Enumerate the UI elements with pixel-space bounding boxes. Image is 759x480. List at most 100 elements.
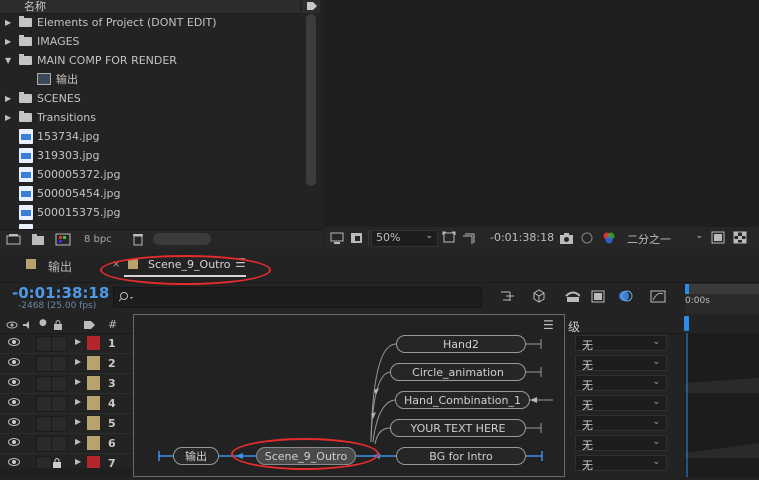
expand-triangle-icon[interactable]: ▶ — [75, 377, 81, 386]
layer-row[interactable]: ▶ 4 — [0, 394, 135, 414]
layer-search-input[interactable] — [113, 287, 482, 308]
layer-row[interactable]: ▶ 2 — [0, 354, 135, 374]
label-tag-icon[interactable] — [83, 319, 97, 330]
eye-icon[interactable] — [8, 358, 20, 366]
expand-triangle-icon[interactable]: ▶ — [5, 89, 11, 108]
layer-label-color[interactable] — [87, 336, 100, 350]
parent-dropdown-row[interactable]: 无 ⌄ — [568, 394, 685, 413]
parent-dropdown[interactable]: 无 ⌄ — [575, 355, 667, 372]
solo-switch[interactable] — [36, 336, 52, 352]
project-item-transitions-folder[interactable]: ▶ Transitions — [0, 108, 300, 127]
eye-icon[interactable] — [8, 418, 20, 426]
project-column-header[interactable]: 名称 — [0, 0, 300, 14]
draft-3d-icon[interactable] — [530, 289, 546, 303]
project-item-output-comp[interactable]: 输出 — [0, 70, 300, 89]
layer-row[interactable]: ▶ 3 — [0, 374, 135, 394]
parent-dropdown-row[interactable]: 无 ⌄ — [568, 434, 685, 453]
label-tag-icon[interactable] — [302, 0, 320, 13]
project-item-jpg[interactable]: 153734.jpg — [0, 127, 300, 146]
expand-triangle-icon[interactable]: ▶ — [5, 13, 11, 32]
shy-layers-icon[interactable] — [564, 289, 580, 303]
graph-editor-icon[interactable] — [650, 289, 666, 303]
always-preview-icon[interactable] — [330, 231, 346, 245]
parent-dropdown-row[interactable]: 无 ⌄ — [568, 414, 685, 433]
parent-dropdown[interactable]: 无 ⌄ — [575, 335, 667, 352]
eye-icon[interactable] — [8, 438, 20, 446]
lock-icon[interactable] — [52, 457, 62, 468]
project-scrollbar[interactable] — [304, 14, 318, 230]
current-time-indicator[interactable] — [684, 316, 689, 331]
fast-previews-icon[interactable] — [711, 231, 725, 245]
flow-node-hand-combination[interactable]: Hand_Combination_1 — [395, 391, 530, 409]
layer-label-color[interactable] — [87, 436, 100, 450]
magnification-dropdown[interactable]: 50% ⌄ — [371, 230, 438, 247]
bit-depth-button[interactable]: 8 bpc — [84, 234, 112, 245]
expand-triangle-icon[interactable]: ▶ — [75, 397, 81, 406]
expand-triangle-icon[interactable]: ▶ — [75, 417, 81, 426]
scrollbar-thumb[interactable] — [306, 14, 316, 186]
solo-icon[interactable]: ● — [39, 318, 47, 328]
flow-node-your-text-here[interactable]: YOUR TEXT HERE — [390, 419, 526, 437]
eye-icon[interactable] — [8, 378, 20, 386]
transparency-grid-icon[interactable] — [733, 231, 747, 245]
flow-node-hand2[interactable]: Hand2 — [396, 335, 526, 353]
lock-switch[interactable] — [51, 396, 67, 412]
viewer-canvas[interactable] — [324, 0, 759, 227]
trash-icon[interactable] — [132, 233, 144, 246]
lock-switch[interactable] — [51, 336, 67, 352]
video-toggle-icon[interactable] — [6, 320, 18, 330]
thumbnail-size-slider[interactable] — [153, 233, 211, 245]
flow-node-output[interactable]: 输出 — [173, 447, 219, 465]
lock-switch[interactable] — [51, 356, 67, 372]
comp-mini-flowchart-icon[interactable] — [500, 289, 516, 303]
parent-dropdown[interactable]: 无 ⌄ — [575, 375, 667, 392]
eye-icon[interactable] — [8, 338, 20, 346]
channel-rgb-icon[interactable] — [601, 231, 617, 245]
project-item-elements-folder[interactable]: ▶ Elements of Project (DONT EDIT) — [0, 13, 300, 32]
current-time-display[interactable]: -0:01:38:18 — [12, 284, 109, 302]
work-area-start-handle[interactable] — [685, 284, 689, 294]
tab-output[interactable]: 输出 — [48, 258, 72, 275]
flow-node-circle-animation[interactable]: Circle_animation — [390, 363, 526, 381]
viewer-timecode[interactable]: -0:01:38:18 — [490, 231, 554, 245]
project-item-jpg[interactable]: 500015375.jpg — [0, 203, 300, 222]
expand-triangle-icon[interactable]: ▶ — [75, 457, 81, 466]
audio-toggle-icon[interactable] — [22, 320, 34, 330]
new-composition-icon[interactable] — [55, 233, 71, 246]
solo-switch[interactable] — [36, 396, 52, 412]
expand-triangle-icon[interactable]: ▶ — [75, 357, 81, 366]
layer-row[interactable]: ▶ 6 — [0, 434, 135, 454]
mask-visibility-icon[interactable] — [350, 231, 364, 245]
layer-label-color[interactable] — [87, 356, 100, 370]
layer-row[interactable]: ▶ 1 — [0, 334, 135, 354]
parent-dropdown[interactable]: 无 ⌄ — [575, 415, 667, 432]
parent-dropdown-row[interactable]: 无 ⌄ — [568, 454, 685, 473]
solo-switch[interactable] — [36, 356, 52, 372]
parent-dropdown[interactable]: 无 ⌄ — [575, 455, 667, 472]
expand-triangle-icon[interactable]: ▶ — [5, 108, 11, 127]
parent-dropdown[interactable]: 无 ⌄ — [575, 435, 667, 452]
layer-label-color[interactable] — [87, 376, 100, 390]
lock-switch[interactable] — [51, 376, 67, 392]
parent-dropdown[interactable]: 无 ⌄ — [575, 395, 667, 412]
layer-label-color[interactable] — [87, 396, 100, 410]
parent-dropdown-row[interactable]: 无 ⌄ — [568, 354, 685, 373]
project-item-main-comp-folder[interactable]: ▼ MAIN COMP FOR RENDER — [0, 51, 300, 70]
layer-label-color[interactable] — [87, 416, 100, 430]
show-snapshot-icon[interactable] — [580, 231, 594, 245]
expand-triangle-icon[interactable]: ▶ — [75, 437, 81, 446]
collapse-triangle-icon[interactable]: ▼ — [5, 51, 11, 70]
lock-switch[interactable] — [51, 416, 67, 432]
layer-row[interactable]: ▶ 7 — [0, 454, 135, 469]
parent-dropdown-row[interactable]: 无 ⌄ — [568, 334, 685, 353]
camera-snapshot-icon[interactable] — [559, 231, 575, 245]
expand-triangle-icon[interactable]: ▶ — [75, 337, 81, 346]
project-item-images-folder[interactable]: ▶ IMAGES — [0, 32, 300, 51]
project-item-jpg[interactable]: 500005372.jpg — [0, 165, 300, 184]
fit-frame-icon[interactable] — [442, 231, 458, 245]
project-item-scenes-folder[interactable]: ▶ SCENES — [0, 89, 300, 108]
flow-node-bg-for-intro[interactable]: BG for Intro — [396, 447, 526, 465]
eye-icon[interactable] — [8, 398, 20, 406]
interpret-footage-icon[interactable] — [6, 233, 22, 246]
parent-dropdown-row[interactable]: 无 ⌄ — [568, 374, 685, 393]
